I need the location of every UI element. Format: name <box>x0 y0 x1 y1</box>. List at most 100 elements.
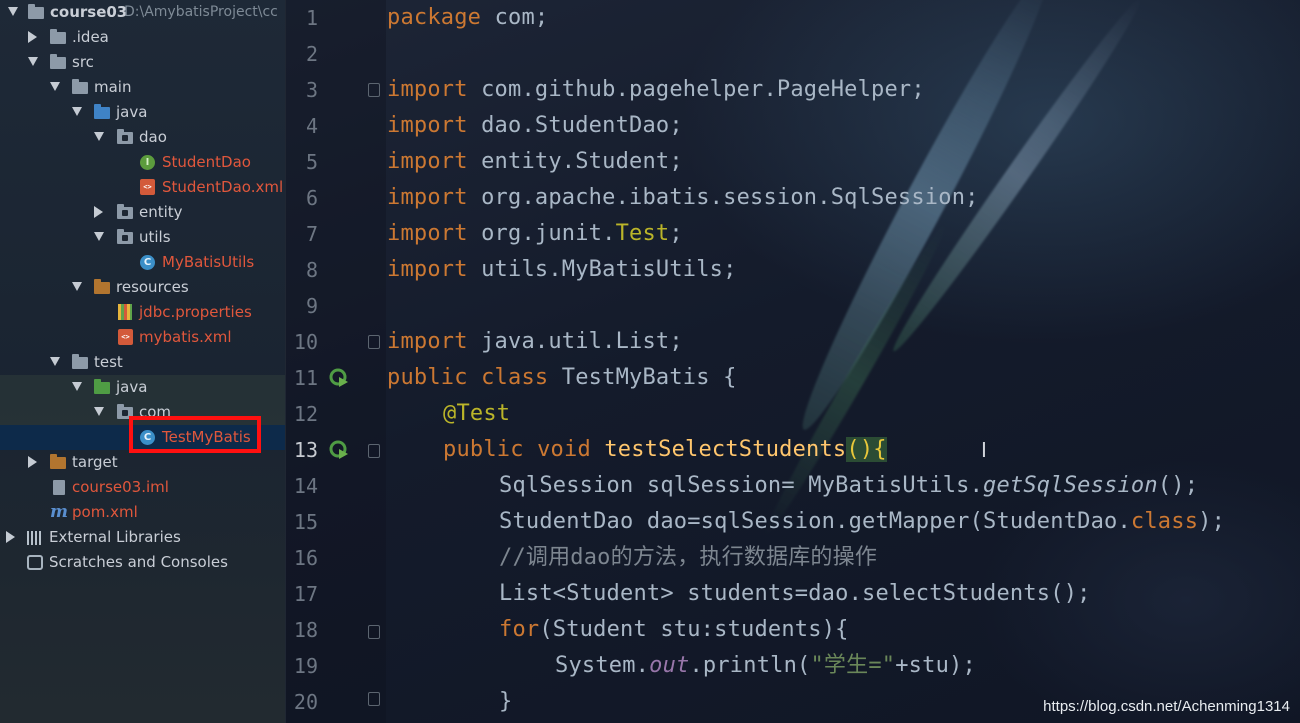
module-folder-icon <box>28 4 44 19</box>
library-icon <box>27 531 43 545</box>
tree-item-studentdao[interactable]: I StudentDao <box>0 150 285 175</box>
code-line-7[interactable]: import org.junit.Test; <box>387 216 683 252</box>
chevron-down-icon[interactable] <box>72 282 82 291</box>
code-editor[interactable]: 1 2 3 4 5 6 7 8 9 10 11 12 13 14 15 16 1… <box>286 0 1300 723</box>
code-line-8[interactable]: import utils.MyBatisUtils; <box>387 252 737 288</box>
chevron-down-icon[interactable] <box>94 132 104 141</box>
tree-item-label: main <box>94 78 132 96</box>
tree-item-label: src <box>72 53 94 71</box>
keyword: public class <box>387 365 549 390</box>
chevron-down-icon[interactable] <box>8 7 18 16</box>
code-text: dao.StudentDao; <box>467 113 683 138</box>
tree-item-mybatisutils[interactable]: C MyBatisUtils <box>0 250 285 275</box>
code-line-18[interactable]: for(Student stu:students){ <box>499 612 849 648</box>
tree-item-java-main[interactable]: java <box>0 100 285 125</box>
keyword: import <box>387 329 468 354</box>
chevron-down-icon[interactable] <box>28 57 38 66</box>
code-line-12[interactable]: @Test <box>443 396 510 432</box>
chevron-down-icon[interactable] <box>50 357 60 366</box>
line-number: 6 <box>305 186 318 210</box>
tree-item-label: test <box>94 353 123 371</box>
tree-item-test[interactable]: test <box>0 350 285 375</box>
fold-marker[interactable] <box>368 444 380 458</box>
chevron-right-icon[interactable] <box>6 531 15 543</box>
watermark-text: https://blog.csdn.net/Achenming1314 <box>1043 698 1290 715</box>
package-icon <box>117 229 133 244</box>
chevron-down-icon[interactable] <box>72 382 82 391</box>
fold-marker[interactable] <box>368 692 380 706</box>
code-comment[interactable]: //调用dao的方法，执行数据库的操作 <box>499 540 877 576</box>
code-text: StudentDao dao=sqlSession.getMapper(Stud… <box>499 509 1131 534</box>
line-number: 5 <box>305 150 318 174</box>
tree-item-main[interactable]: main <box>0 75 285 100</box>
tree-item-dao[interactable]: dao <box>0 125 285 150</box>
line-number: 14 <box>293 474 318 498</box>
tree-item-target[interactable]: target <box>0 450 285 475</box>
code-line-5[interactable]: import entity.Student; <box>387 144 683 180</box>
line-number: 12 <box>293 402 318 426</box>
matched-brace: { <box>873 437 887 462</box>
chevron-down-icon[interactable] <box>72 107 82 116</box>
tree-item-idea[interactable]: .idea <box>0 25 285 50</box>
code-line-6[interactable]: import org.apache.ibatis.session.SqlSess… <box>387 180 979 216</box>
string-literal: "学生=" <box>810 653 896 678</box>
line-number: 15 <box>293 510 318 534</box>
tree-item-label: target <box>72 453 118 471</box>
tree-item-utils[interactable]: utils <box>0 225 285 250</box>
fold-marker[interactable] <box>368 335 380 349</box>
chevron-down-icon[interactable] <box>94 407 104 416</box>
code-line-4[interactable]: import dao.StudentDao; <box>387 108 683 144</box>
chevron-right-icon[interactable] <box>94 206 103 218</box>
folder-icon <box>72 354 88 369</box>
resources-folder-icon <box>94 279 110 294</box>
code-line-10[interactable]: import java.util.List; <box>387 324 683 360</box>
tree-item-jdbc-properties[interactable]: jdbc.properties <box>0 300 285 325</box>
line-number: 11 <box>293 366 318 390</box>
code-line-3[interactable]: import com.github.pagehelper.PageHelper; <box>387 72 925 108</box>
code-line-14[interactable]: SqlSession sqlSession= MyBatisUtils.getS… <box>499 468 1198 504</box>
tree-item-label: Scratches and Consoles <box>49 553 228 571</box>
static-field: out <box>649 653 690 678</box>
source-folder-icon <box>94 104 110 119</box>
code-text: org.junit. <box>467 221 616 246</box>
code-line-15[interactable]: StudentDao dao=sqlSession.getMapper(Stud… <box>499 504 1225 540</box>
tree-item-pom-xml[interactable]: m pom.xml <box>0 500 285 525</box>
code-line-19[interactable]: System.out.println("学生="+stu); <box>555 648 976 684</box>
chevron-right-icon[interactable] <box>28 31 37 43</box>
tree-item-studentdao-xml[interactable]: <> StudentDao.xml <box>0 175 285 200</box>
tree-item-java-test[interactable]: java <box>0 375 285 400</box>
line-number: 16 <box>293 546 318 570</box>
tree-item-src[interactable]: src <box>0 50 285 75</box>
fold-marker[interactable] <box>368 83 380 97</box>
tree-item-scratches[interactable]: Scratches and Consoles <box>0 550 285 575</box>
code-line-17[interactable]: List<Student> students=dao.selectStudent… <box>499 576 1091 612</box>
tree-item-resources[interactable]: resources <box>0 275 285 300</box>
run-gutter-icon[interactable] <box>329 368 349 388</box>
code-line-20[interactable]: } <box>499 684 512 720</box>
scratches-icon <box>27 555 43 570</box>
line-number: 19 <box>293 654 318 678</box>
tree-item-external-libraries[interactable]: External Libraries <box>0 525 285 550</box>
code-line-1[interactable]: package com; <box>387 0 548 36</box>
chevron-right-icon[interactable] <box>28 456 37 468</box>
code-text: utils.MyBatisUtils; <box>467 257 737 282</box>
tree-item-entity[interactable]: entity <box>0 200 285 225</box>
line-number: 9 <box>305 294 318 318</box>
tree-item-mybatis-xml[interactable]: <> mybatis.xml <box>0 325 285 350</box>
properties-file-icon <box>118 304 132 320</box>
background-streak <box>786 0 1066 439</box>
chevron-down-icon[interactable] <box>94 232 104 241</box>
code-text: (); <box>1157 473 1199 498</box>
run-gutter-icon[interactable] <box>329 440 349 460</box>
code-line-11[interactable]: public class TestMyBatis { <box>387 360 737 396</box>
test-source-folder-icon <box>94 379 110 394</box>
tree-item-course03[interactable]: course03 D:\AmybatisProject\cc <box>0 0 285 25</box>
xml-file-icon: <> <box>140 179 155 195</box>
code-line-13[interactable]: public void testSelectStudents(){ <box>443 432 887 468</box>
code-text: org.apache.ibatis.session.SqlSession; <box>467 185 979 210</box>
chevron-down-icon[interactable] <box>50 82 60 91</box>
code-text: (Student stu:students){ <box>539 617 849 642</box>
tree-item-course03-iml[interactable]: course03.iml <box>0 475 285 500</box>
fold-marker[interactable] <box>368 625 380 639</box>
code-text: com; <box>481 5 549 30</box>
